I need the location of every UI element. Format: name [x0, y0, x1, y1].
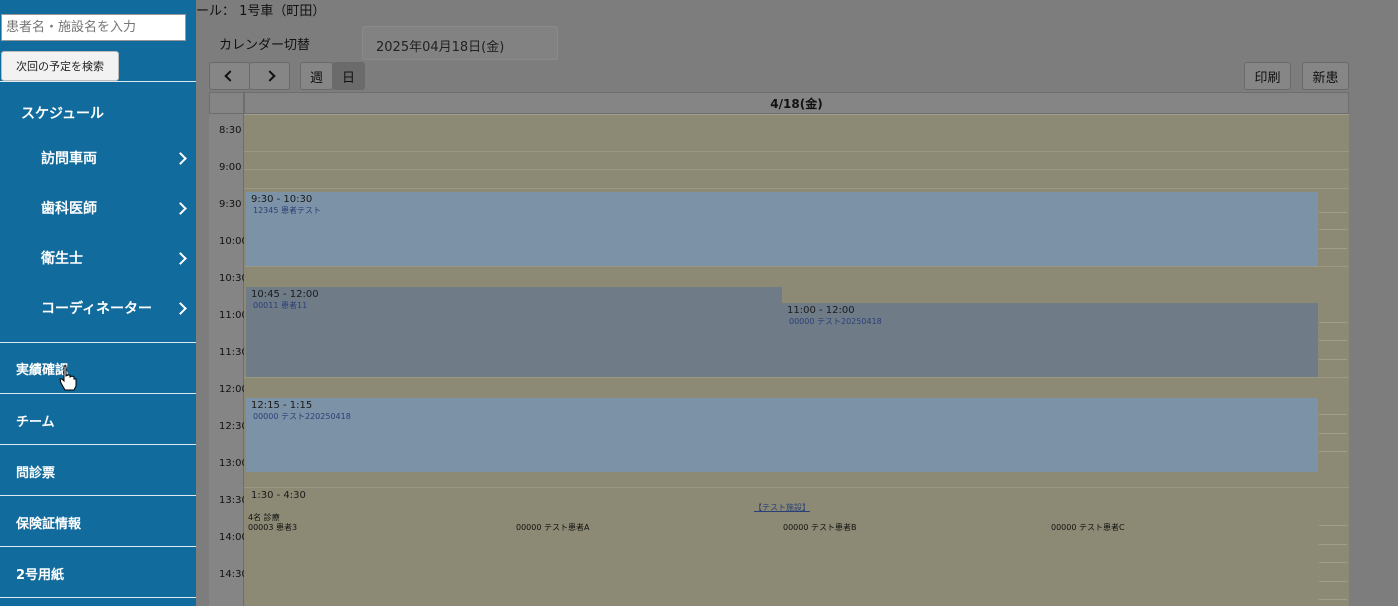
- grid-line: [244, 188, 1349, 189]
- week-view-button[interactable]: 週: [300, 62, 333, 90]
- day-view-button[interactable]: 日: [332, 62, 365, 90]
- appointment-event[interactable]: 10:45 - 12:00 00011 患者11: [246, 287, 782, 377]
- event-time: 9:30 - 10:30: [251, 194, 313, 205]
- grid-line: [1319, 414, 1347, 415]
- sidebar-item-questionnaire[interactable]: 問診票: [16, 462, 55, 481]
- sidebar-item-vehicle[interactable]: 訪問車両: [41, 148, 186, 168]
- grid-line: [1319, 581, 1347, 582]
- appointment-event[interactable]: 12:15 - 1:15 00000 テスト220250418: [246, 398, 1318, 472]
- grid-line: [1319, 212, 1347, 213]
- sidebar-item-label: 歯科医師: [41, 201, 97, 217]
- grid-line: [244, 266, 1349, 267]
- next-schedule-search-button[interactable]: 次回の予定を検索: [1, 51, 119, 81]
- chevron-right-icon: [176, 301, 186, 315]
- event-time: 11:00 - 12:00: [787, 305, 855, 316]
- time-label: 9:00: [219, 162, 242, 173]
- grid-line: [1319, 599, 1347, 600]
- event-patient: 00000 テスト220250418: [253, 412, 351, 421]
- date-picker[interactable]: 2025年04月18日(金): [362, 26, 558, 60]
- prev-button[interactable]: [209, 62, 250, 90]
- divider: [0, 444, 196, 445]
- event-patient: 00000 テスト20250418: [789, 317, 882, 326]
- grid-line: [1319, 544, 1347, 545]
- chevron-right-icon: [263, 70, 276, 82]
- sidebar: 次回の予定を検索 スケジュール 訪問車両 歯科医師 衛生士 コーディネーター 実…: [0, 0, 196, 606]
- slot-patient: 00000 テスト患者B: [783, 523, 857, 532]
- slot-patient: 00000 テスト患者C: [1051, 523, 1125, 532]
- sidebar-item-dentist[interactable]: 歯科医師: [41, 198, 186, 218]
- sidebar-item-coordinator[interactable]: コーディネーター: [41, 298, 186, 318]
- patient-search-input[interactable]: [1, 14, 186, 41]
- grid-line: [1319, 433, 1347, 434]
- sidebar-item-label: 訪問車両: [41, 151, 97, 167]
- event-time: 12:15 - 1:15: [251, 400, 313, 411]
- sidebar-item-team[interactable]: チーム: [16, 411, 55, 430]
- divider: [0, 597, 196, 598]
- appointment-event[interactable]: 11:00 - 12:00 00000 テスト20250418: [782, 303, 1318, 377]
- slot-patient: 00000 テスト患者A: [516, 523, 590, 532]
- divider: [0, 495, 196, 496]
- event-time: 1:30 - 4:30: [251, 490, 306, 501]
- day-column[interactable]: 9:30 - 10:30 12345 患者テスト 10:45 - 12:00 0…: [244, 114, 1349, 606]
- sidebar-item-label: 衛生士: [41, 251, 83, 267]
- chevron-left-icon: [223, 70, 236, 82]
- sidebar-schedule-heading[interactable]: スケジュール: [21, 103, 104, 123]
- chevron-right-icon: [176, 201, 186, 215]
- new-patient-button[interactable]: 新患: [1302, 62, 1349, 90]
- grid-line: [1319, 525, 1347, 526]
- chevron-right-icon: [176, 151, 186, 165]
- hand-cursor-icon: [59, 365, 77, 391]
- print-button[interactable]: 印刷: [1244, 62, 1291, 90]
- sidebar-item-insurance[interactable]: 保険証情報: [16, 513, 81, 532]
- grid-line: [1319, 322, 1347, 323]
- grid-line: [244, 114, 1349, 115]
- time-column: 8:30 9:00 9:30 10:00 10:30 11:00 11:30 1…: [209, 114, 248, 606]
- sidebar-item-hygienist[interactable]: 衛生士: [41, 248, 186, 268]
- grid-line: [1319, 248, 1347, 249]
- sidebar-item-label: コーディネーター: [41, 301, 153, 317]
- grid-line: [1319, 451, 1347, 452]
- appointment-event[interactable]: 9:30 - 10:30 12345 患者テスト: [246, 192, 1318, 266]
- divider: [0, 546, 196, 547]
- time-label: 8:30: [219, 125, 242, 136]
- sidebar-item-form2[interactable]: 2号用紙: [16, 564, 64, 583]
- divider: [0, 81, 196, 82]
- divider: [0, 342, 196, 343]
- grid-line: [1319, 340, 1347, 341]
- event-patient: 12345 患者テスト: [253, 206, 321, 215]
- calendar-switch-label: カレンダー切替: [219, 38, 311, 53]
- page-title: ール： 1号車（町田）: [196, 4, 326, 19]
- day-header: 4/18(金): [244, 92, 1349, 114]
- event-patient: 00011 患者11: [253, 301, 308, 310]
- grid-line: [1319, 562, 1347, 563]
- next-button[interactable]: [249, 62, 290, 90]
- grid-line: [1319, 359, 1347, 360]
- event-time: 10:45 - 12:00: [251, 289, 319, 300]
- facility-link[interactable]: 【テスト施設】: [754, 502, 810, 513]
- slot-patient: 00003 患者3: [248, 523, 298, 532]
- grid-line: [244, 151, 1349, 152]
- grid-line: [1319, 229, 1347, 230]
- grid-line: [244, 377, 1349, 378]
- chevron-right-icon: [176, 251, 186, 265]
- grid-line: [244, 169, 1349, 170]
- facility-visit-event[interactable]: 1:30 - 4:30 【テスト施設】 4名 診療 00003 患者3 0000…: [246, 488, 1318, 606]
- day-calendar: 4/18(金) 8:30 9:00 9:30 10:00 10:30 11:00…: [209, 92, 1349, 606]
- header-corner: [209, 92, 244, 114]
- time-label: 9:30: [219, 199, 242, 210]
- divider: [0, 393, 196, 394]
